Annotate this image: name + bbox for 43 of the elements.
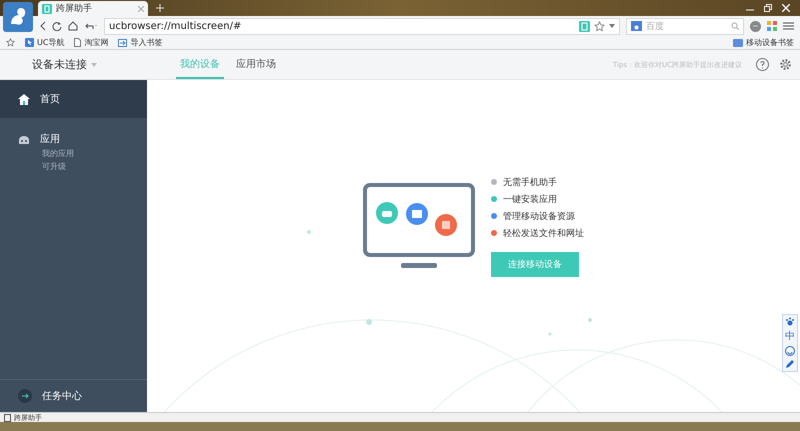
new-tab-icon[interactable] <box>156 4 164 12</box>
home-icon[interactable] <box>68 21 78 31</box>
star-icon[interactable] <box>6 38 15 47</box>
menu-icon[interactable] <box>783 22 794 30</box>
device-status-dropdown[interactable]: 设备未连接 <box>0 50 176 79</box>
folder-icon <box>733 38 743 46</box>
browser-tab[interactable]: 跨屏助手 <box>38 1 148 16</box>
feature-text: 无需手机助手 <box>503 176 557 188</box>
input-mode-toggle[interactable]: 中 <box>785 329 795 343</box>
sidebar-label: 应用 <box>40 132 60 146</box>
apps-icon[interactable] <box>767 20 777 32</box>
bookmark-link[interactable]: 导入书签 <box>118 37 162 48</box>
feature-text: 轻松发送文件和网址 <box>503 228 584 240</box>
feature-text: 一键安装应用 <box>503 194 557 206</box>
bookmark-link[interactable]: 淘宝网 <box>74 37 108 48</box>
arrow-circle-icon <box>18 389 32 403</box>
caret-icon <box>91 62 97 66</box>
help-icon[interactable] <box>756 58 769 71</box>
settings-icon[interactable] <box>779 58 792 71</box>
sidebar-subitem[interactable]: 我的应用 <box>42 148 129 159</box>
robot-icon <box>18 134 30 144</box>
pen-icon[interactable] <box>785 359 795 369</box>
restore-icon[interactable] <box>764 4 772 12</box>
dropdown-icon[interactable] <box>609 24 615 28</box>
home-icon <box>18 94 30 104</box>
tab-page-icon <box>42 4 52 14</box>
back-icon[interactable] <box>40 21 46 31</box>
sidebar-item[interactable]: 应用 我的应用 可升级 <box>0 118 147 186</box>
browser-logo[interactable] <box>3 2 33 32</box>
address-field[interactable]: ucbrowser://multiscreen/# <box>104 18 620 34</box>
page-icon <box>4 414 11 422</box>
import-icon <box>118 38 128 46</box>
bookmark-link[interactable]: UC导航 <box>25 37 64 48</box>
smiley-icon[interactable] <box>785 346 795 356</box>
feature-text: 管理移动设备资源 <box>503 210 575 222</box>
task-center-link[interactable]: 任务中心 <box>42 389 82 403</box>
sidebar-item[interactable]: 首页 <box>0 80 147 118</box>
sidebar-subitem[interactable]: 可升级 <box>42 161 129 172</box>
star-icon[interactable] <box>594 20 605 32</box>
nav-tab[interactable]: 应用市场 <box>232 50 280 79</box>
sidebar-label: 首页 <box>40 93 60 106</box>
bookmark-folder[interactable]: 移动设备书签 <box>733 37 794 48</box>
reload-icon[interactable] <box>52 21 62 31</box>
